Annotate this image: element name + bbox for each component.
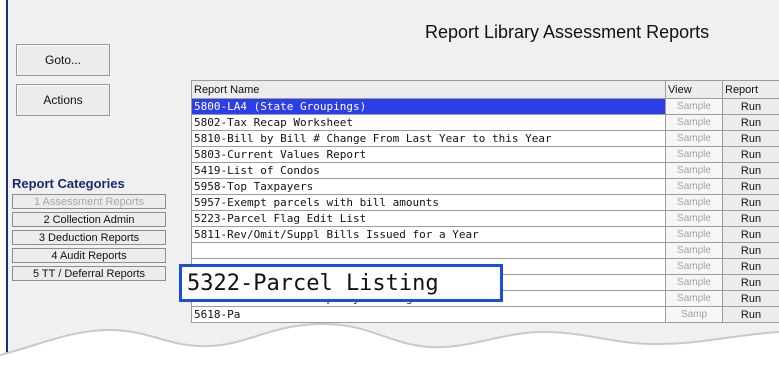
torn-edge (0, 322, 779, 367)
